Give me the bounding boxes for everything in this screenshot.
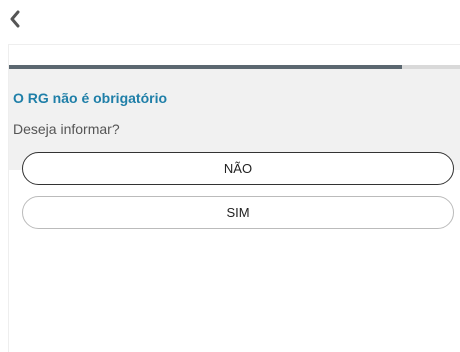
page: O RG não é obrigatório Deseja informar? … xyxy=(0,0,460,352)
back-button[interactable] xyxy=(4,6,26,32)
prompt-title: O RG não é obrigatório xyxy=(13,90,168,106)
no-button[interactable]: NÃO xyxy=(22,152,454,185)
chevron-left-icon xyxy=(10,10,20,28)
prompt-subtitle: Deseja informar? xyxy=(13,121,120,137)
yes-button[interactable]: SIM xyxy=(22,196,454,229)
